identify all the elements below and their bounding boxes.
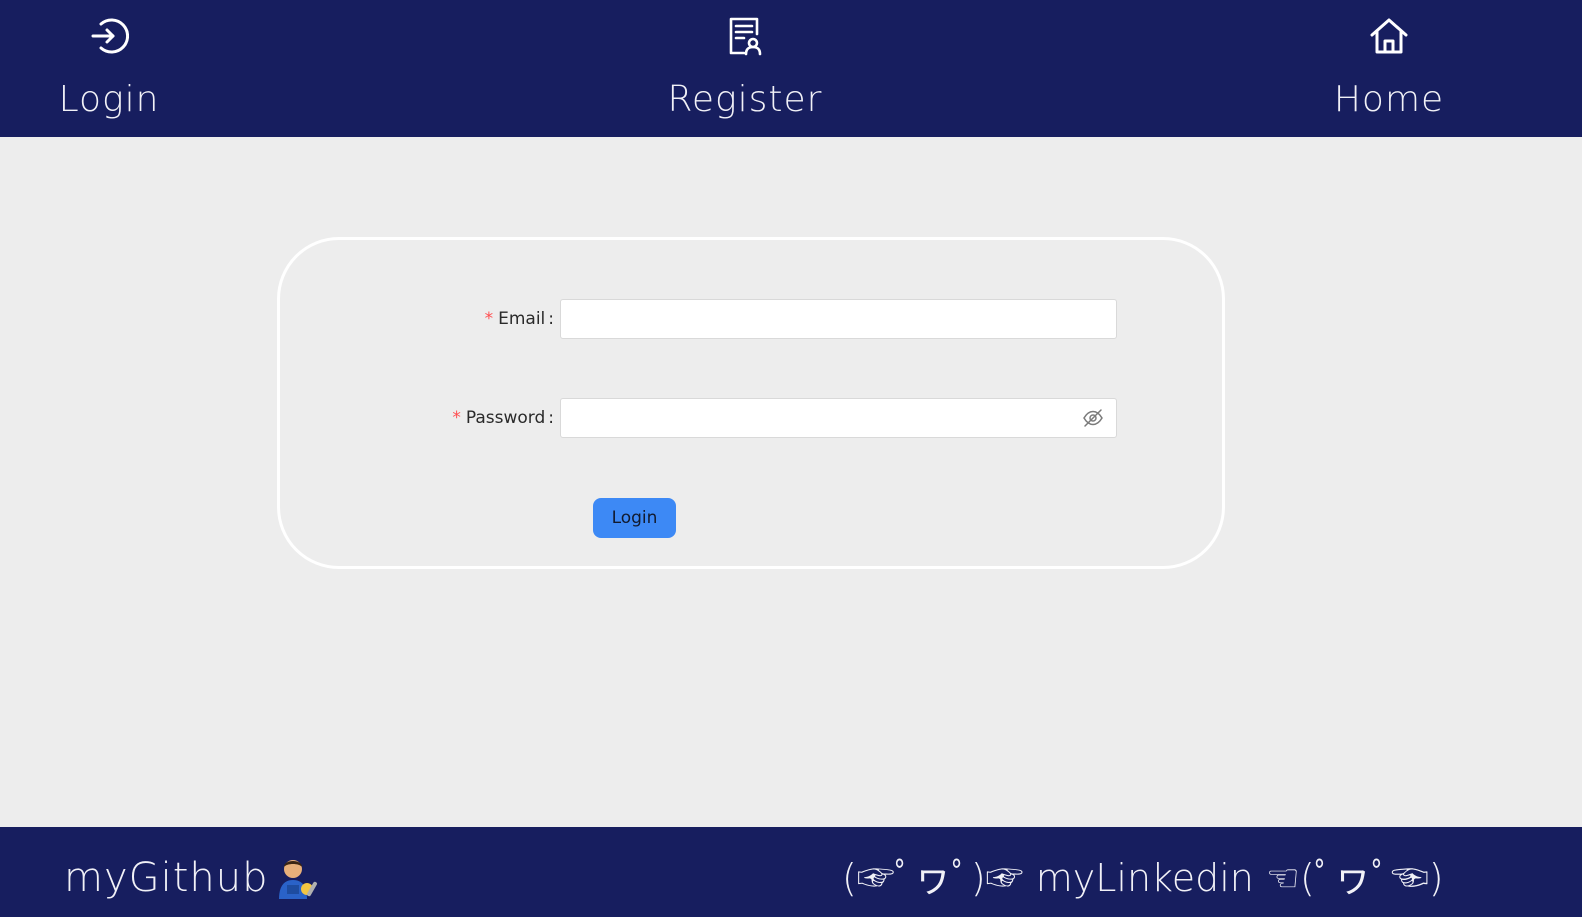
email-label-box: * Email :	[280, 299, 554, 339]
github-link-label: myGithub	[64, 855, 269, 901]
top-navbar: Login Register Home	[0, 0, 1582, 137]
nav-login-label: Login	[58, 79, 160, 120]
label-colon: :	[548, 408, 554, 428]
email-field[interactable]	[560, 299, 1117, 339]
github-link[interactable]: myGithub	[64, 853, 319, 903]
required-mark: *	[484, 309, 494, 329]
register-icon	[723, 12, 767, 60]
nav-login[interactable]: Login	[9, 12, 209, 120]
eye-invisible-icon[interactable]	[1082, 408, 1104, 428]
linkedin-link[interactable]: (☞ﾟヮﾟ)☞ myLinkedin ☜(ﾟヮﾟ☜)	[842, 853, 1444, 903]
email-row: * Email :	[280, 299, 1228, 339]
nav-register-label: Register	[667, 79, 823, 120]
email-label-text: Email	[498, 309, 546, 329]
password-label-text: Password	[465, 408, 546, 428]
password-field[interactable]	[560, 398, 1117, 438]
nav-home[interactable]: Home	[1289, 12, 1489, 120]
login-icon	[87, 12, 131, 60]
mechanic-emoji-icon	[273, 855, 319, 901]
password-label: * Password :	[452, 398, 554, 438]
password-row: * Password :	[280, 398, 1228, 438]
label-colon: :	[548, 309, 554, 329]
nav-home-label: Home	[1333, 79, 1445, 120]
login-card: * Email : * Password : Login	[277, 237, 1225, 569]
login-button[interactable]: Login	[593, 498, 676, 538]
email-label: * Email :	[485, 299, 554, 339]
required-mark: *	[452, 408, 461, 428]
password-label-box: * Password :	[280, 398, 554, 438]
footer: myGithub (☞ﾟヮﾟ)☞ myLinkedin ☜(ﾟヮﾟ☜)	[0, 827, 1582, 917]
home-icon	[1367, 12, 1411, 60]
nav-register[interactable]: Register	[645, 12, 845, 120]
